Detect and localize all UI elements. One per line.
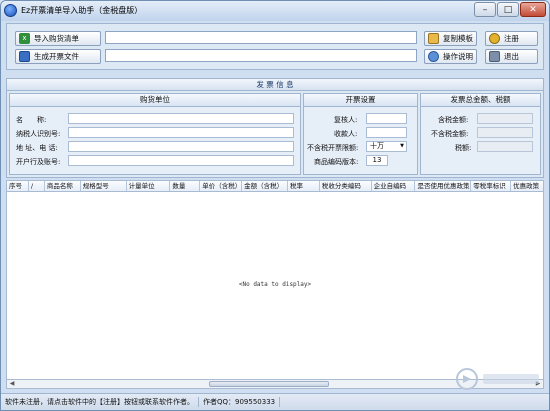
import-list-button[interactable]: x 导入购货清单 (15, 31, 101, 46)
col-name[interactable]: 商品名称 (45, 181, 81, 191)
copy-template-button[interactable]: 复制模板 (424, 31, 477, 46)
window-title: Ez开票清单导入助手（金税盘版） (21, 6, 143, 15)
invoice-info-title: 发 票 信 息 (7, 79, 543, 91)
payee-input[interactable] (366, 127, 407, 138)
with-tax-label: 含税金额: (438, 116, 469, 124)
without-tax-label: 不含税金额: (431, 130, 469, 138)
col-selfcode[interactable]: 企业自编码 (372, 181, 416, 191)
register-hint: 软件未注册，请点击软件中的【注册】按钮或联系软件作者。 (1, 397, 199, 407)
col-policy[interactable]: 优惠政策 (511, 181, 543, 191)
help-button[interactable]: 操作说明 (424, 49, 477, 64)
buyer-bank-label: 开户行及账号: (16, 158, 61, 166)
help-icon (428, 51, 439, 62)
minimize-icon: – (482, 4, 488, 15)
reviewer-input[interactable] (366, 113, 407, 124)
col-price[interactable]: 单价（含税） (200, 181, 243, 191)
key-icon (489, 33, 500, 44)
exit-icon (489, 51, 500, 62)
buyer-address-label: 地 址、电 话: (16, 144, 58, 152)
limit-label: 不含税开票限额: (307, 144, 359, 152)
col-seq[interactable]: 序号 (7, 181, 29, 191)
watermark-logo (456, 368, 539, 390)
copy-template-label: 复制模板 (443, 34, 473, 43)
limit-value: 十万 (370, 142, 384, 150)
author-qq: 作者QQ：909550333 (199, 397, 281, 407)
col-qty[interactable]: 数量 (170, 181, 201, 191)
totals-group-title: 发票总金额、税额 (421, 94, 540, 107)
col-zerorate[interactable]: 零税率标识 (471, 181, 512, 191)
import-list-label: 导入购货清单 (34, 34, 79, 43)
exit-label: 退出 (504, 52, 519, 61)
copy-template-icon (428, 33, 439, 44)
settings-group-title: 开票设置 (304, 94, 417, 107)
grid-empty-text: <No data to display> (238, 281, 312, 288)
code-version-input[interactable]: 13 (366, 155, 388, 166)
register-label: 注册 (504, 34, 519, 43)
output-path-field[interactable] (105, 49, 417, 62)
buyer-address-input[interactable] (68, 141, 294, 152)
reviewer-label: 复核人: (334, 116, 358, 124)
help-label: 操作说明 (443, 52, 473, 61)
close-icon: ✕ (529, 4, 537, 15)
tax-label: 税额: (455, 144, 472, 152)
generate-file-button[interactable]: 生成开票文件 (15, 49, 101, 64)
excel-icon: x (19, 33, 30, 44)
close-button[interactable]: ✕ (520, 2, 546, 17)
col-spec[interactable]: 规格型号 (81, 181, 127, 191)
with-tax-amount (477, 113, 533, 124)
minimize-button[interactable]: – (474, 2, 496, 17)
scroll-left-icon[interactable]: ◀ (7, 380, 17, 388)
col-sep[interactable]: / (29, 181, 45, 191)
generate-file-label: 生成开票文件 (34, 52, 79, 61)
col-taxrate[interactable]: 税率 (288, 181, 320, 191)
col-taxcode[interactable]: 税收分类编码 (320, 181, 372, 191)
save-icon (19, 51, 30, 62)
chevron-down-icon: ▼ (400, 143, 404, 149)
code-version-label: 商品编码版本: (314, 158, 359, 166)
payee-label: 收款人: (334, 130, 358, 138)
col-preferential[interactable]: 是否使用优惠政策 (415, 181, 472, 191)
buyer-taxid-input[interactable] (68, 127, 294, 138)
register-button[interactable]: 注册 (485, 31, 538, 46)
limit-select[interactable]: 十万 ▼ (366, 141, 407, 152)
maximize-icon: □ (503, 4, 513, 15)
buyer-bank-input[interactable] (68, 155, 294, 166)
tax-amount (477, 141, 533, 152)
col-unit[interactable]: 计量单位 (127, 181, 171, 191)
scroll-thumb[interactable] (209, 381, 329, 387)
status-bar: 软件未注册，请点击软件中的【注册】按钮或联系软件作者。 作者QQ：9095503… (1, 393, 549, 410)
app-icon (4, 4, 17, 17)
maximize-button[interactable]: □ (497, 2, 519, 17)
without-tax-amount (477, 127, 533, 138)
col-amount[interactable]: 金额（含税） (242, 181, 288, 191)
exit-button[interactable]: 退出 (485, 49, 538, 64)
buyer-name-input[interactable] (68, 113, 294, 124)
buyer-taxid-label: 纳税人识别号: (16, 130, 61, 138)
buyer-name-label: 名 称: (16, 116, 47, 124)
grid-header: 序号 / 商品名称 规格型号 计量单位 数量 单价（含税） 金额（含税） 税率 … (6, 180, 544, 192)
import-path-field[interactable] (105, 31, 417, 44)
buyer-group-title: 购货单位 (10, 94, 300, 107)
